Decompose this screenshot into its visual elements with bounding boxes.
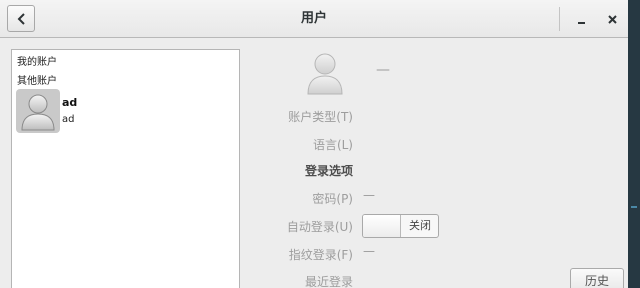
switch-knob [363, 215, 401, 237]
user-avatar-icon [307, 53, 343, 95]
user-name: ad [62, 96, 78, 109]
avatar [16, 89, 60, 133]
close-icon [607, 14, 617, 24]
user-list: 我的账户 其他账户 ad ad [11, 49, 240, 288]
language-label: 语言(L) [312, 138, 353, 152]
account-type-label: 账户类型(T) [288, 110, 353, 124]
switch-state-label: 关闭 [409, 219, 431, 232]
full-name[interactable]: — [376, 62, 390, 78]
minimize-icon [577, 21, 585, 24]
desktop-background-strip [628, 0, 640, 288]
autologin-label: 自动登录(U) [286, 220, 353, 234]
history-button[interactable]: 历史 [570, 268, 624, 288]
fingerprint-value[interactable]: — [363, 244, 375, 258]
login-options-heading: 登录选项 [304, 164, 353, 178]
user-login: ad [62, 114, 75, 125]
fingerprint-label: 指纹登录(F) [288, 248, 353, 262]
last-login-label: 最近登录 [304, 275, 353, 288]
desktop-marker [631, 206, 637, 208]
password-value[interactable]: — [363, 188, 375, 202]
titlebar-separator [559, 7, 560, 31]
account-avatar[interactable] [305, 50, 345, 96]
user-list-item[interactable]: ad ad [16, 89, 236, 135]
users-window: 用户 我的账户 其他账户 ad ad — 账户类型(T) 语言(L) 登录选项 … [0, 0, 628, 288]
close-button[interactable] [601, 8, 623, 30]
title-bar: 用户 [0, 0, 628, 38]
other-accounts-header: 其他账户 [17, 76, 57, 87]
minimize-button[interactable] [570, 8, 592, 30]
window-title: 用户 [300, 11, 327, 26]
my-account-header: 我的账户 [17, 57, 57, 68]
password-label: 密码(P) [312, 192, 353, 206]
autologin-switch[interactable]: 关闭 [362, 214, 439, 238]
user-avatar-icon [21, 94, 55, 131]
